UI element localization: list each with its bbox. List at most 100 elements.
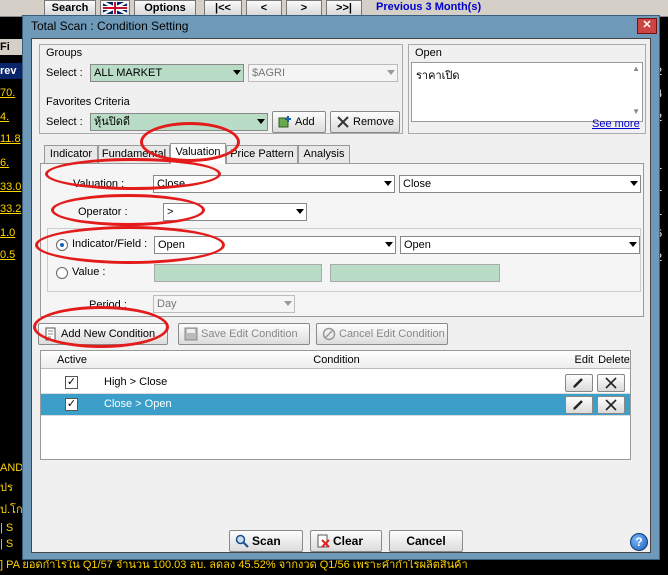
indicator-field-select-value: Open bbox=[158, 239, 185, 251]
indicator-field-label: Indicator/Field : bbox=[72, 238, 148, 250]
cancel-edit-condition-button[interactable]: Cancel Edit Condition bbox=[316, 323, 448, 345]
cancel-button[interactable]: Cancel bbox=[389, 530, 463, 552]
scroll-up-icon[interactable]: ▲ bbox=[632, 64, 640, 73]
bg-bottom-label: ป.โก bbox=[0, 504, 23, 516]
add-favorite-label: Add bbox=[295, 116, 315, 128]
tab-indicator[interactable]: Indicator bbox=[44, 145, 98, 163]
search-button[interactable]: Search bbox=[44, 0, 96, 16]
condition-setting-dialog: Total Scan : Condition Setting ✕ Groups … bbox=[22, 15, 660, 560]
table-row[interactable]: ✓ Close > Open bbox=[41, 394, 630, 416]
scan-button[interactable]: Scan bbox=[229, 530, 303, 552]
remove-icon bbox=[337, 116, 349, 128]
bg-bottom-label: | S bbox=[0, 538, 14, 550]
document-add-icon bbox=[45, 327, 56, 341]
open-description-box: ราคาเปิด ▲ ▼ See more bbox=[411, 62, 643, 130]
tab-analysis[interactable]: Analysis bbox=[298, 145, 350, 163]
nav-last-button[interactable]: >>| bbox=[326, 0, 362, 16]
chevron-down-icon bbox=[387, 70, 395, 75]
background-bottom-left: AND ปร ป.โก | S | S bbox=[0, 462, 24, 550]
remove-favorite-button[interactable]: Remove bbox=[330, 111, 400, 133]
see-more-link[interactable]: See more bbox=[592, 118, 640, 130]
save-edit-condition-button[interactable]: Save Edit Condition bbox=[178, 323, 310, 345]
tab-fundamental[interactable]: Fundamental bbox=[98, 145, 170, 163]
operator-label: Operator : bbox=[78, 206, 128, 218]
uk-flag-icon[interactable] bbox=[100, 0, 130, 16]
delete-row-button[interactable] bbox=[597, 396, 625, 414]
bg-label: 70. bbox=[0, 87, 16, 99]
bg-bottom-label: AND bbox=[0, 462, 24, 474]
clear-icon bbox=[317, 534, 330, 548]
add-icon bbox=[278, 116, 291, 128]
chevron-down-icon bbox=[385, 242, 393, 247]
tab-strip: Indicator Fundamental Valuation Price Pa… bbox=[40, 143, 648, 165]
delete-row-button[interactable] bbox=[597, 374, 625, 392]
group-select-value: ALL MARKET bbox=[94, 67, 163, 79]
period-select[interactable]: Day bbox=[153, 295, 295, 313]
help-icon[interactable]: ? bbox=[630, 533, 648, 551]
options-button[interactable]: Options bbox=[134, 0, 196, 16]
tab-price-pattern[interactable]: Price Pattern bbox=[226, 145, 298, 163]
field-choice-group: Indicator/Field : Open Open Value : bbox=[47, 228, 641, 292]
period-link[interactable]: Previous 3 Month(s) bbox=[376, 1, 481, 13]
table-row[interactable]: ✓ High > Close bbox=[41, 372, 630, 394]
active-checkbox[interactable]: ✓ bbox=[65, 398, 78, 411]
remove-favorite-label: Remove bbox=[353, 116, 394, 128]
save-edit-condition-label: Save Edit Condition bbox=[201, 328, 298, 340]
valuation-select[interactable]: Close bbox=[153, 175, 395, 193]
favorites-select-value: หุ้นปิดดี bbox=[94, 116, 131, 128]
conditions-grid: Active Condition Edit Delete ✓ High > Cl… bbox=[40, 350, 631, 460]
edit-row-button[interactable] bbox=[565, 396, 593, 414]
nav-first-button[interactable]: |<< bbox=[204, 0, 242, 16]
condition-cell: High > Close bbox=[104, 376, 168, 388]
subgroup-select[interactable]: $AGRI bbox=[248, 64, 398, 82]
tab-valuation[interactable]: Valuation bbox=[170, 143, 226, 164]
bg-label: 6. bbox=[0, 157, 10, 169]
valuation-select-value: Close bbox=[157, 178, 186, 190]
chevron-down-icon bbox=[630, 181, 638, 186]
valuation-tab-panel: Valuation : Close Close Operator : > Ind… bbox=[40, 163, 644, 317]
close-icon[interactable]: ✕ bbox=[637, 18, 657, 34]
operator-select[interactable]: > bbox=[163, 203, 307, 221]
clear-button[interactable]: Clear bbox=[310, 530, 382, 552]
chevron-down-icon bbox=[384, 181, 392, 186]
valuation-label: Valuation : bbox=[73, 178, 125, 190]
chevron-down-icon bbox=[296, 209, 304, 214]
scroll-down-icon[interactable]: ▼ bbox=[632, 107, 640, 116]
nav-next-button[interactable]: > bbox=[286, 0, 322, 16]
indicator-field-select-2-value: Open bbox=[404, 239, 431, 251]
clear-label: Clear bbox=[333, 534, 364, 548]
favorites-select[interactable]: หุ้นปิดดี bbox=[90, 113, 268, 131]
add-new-condition-label: Add New Condition bbox=[61, 328, 156, 340]
column-header-condition: Condition bbox=[103, 351, 570, 369]
subgroup-select-value: $AGRI bbox=[252, 67, 286, 79]
add-favorite-button[interactable]: Add bbox=[272, 111, 326, 133]
column-header-active: Active bbox=[41, 351, 103, 369]
save-icon bbox=[184, 327, 198, 341]
nav-prev-button[interactable]: < bbox=[246, 0, 282, 16]
indicator-field-select[interactable]: Open bbox=[154, 236, 396, 254]
chevron-down-icon bbox=[284, 301, 292, 306]
value-input-1[interactable] bbox=[154, 264, 322, 282]
group-select[interactable]: ALL MARKET bbox=[90, 64, 244, 82]
valuation-select-2[interactable]: Close bbox=[399, 175, 641, 193]
active-checkbox[interactable]: ✓ bbox=[65, 376, 78, 389]
bg-label: 11.8 bbox=[0, 133, 21, 145]
valuation-select-2-value: Close bbox=[403, 178, 432, 190]
scan-label: Scan bbox=[252, 534, 281, 548]
pencil-icon bbox=[573, 400, 583, 410]
dialog-titlebar[interactable]: Total Scan : Condition Setting ✕ bbox=[23, 16, 659, 36]
groups-title: Groups bbox=[46, 47, 83, 59]
condition-cell: Close > Open bbox=[104, 398, 172, 410]
bg-label: Fi bbox=[0, 39, 24, 55]
chevron-down-icon bbox=[257, 119, 265, 124]
pencil-icon bbox=[573, 378, 583, 388]
open-panel-title: Open bbox=[415, 47, 442, 59]
edit-row-button[interactable] bbox=[565, 374, 593, 392]
add-new-condition-button[interactable]: Add New Condition bbox=[38, 323, 168, 345]
value-input-2[interactable] bbox=[330, 264, 500, 282]
indicator-field-radio[interactable] bbox=[56, 239, 68, 251]
indicator-field-select-2[interactable]: Open bbox=[400, 236, 640, 254]
column-header-delete: Delete bbox=[598, 351, 630, 369]
value-radio[interactable] bbox=[56, 267, 68, 279]
chevron-down-icon bbox=[233, 70, 241, 75]
